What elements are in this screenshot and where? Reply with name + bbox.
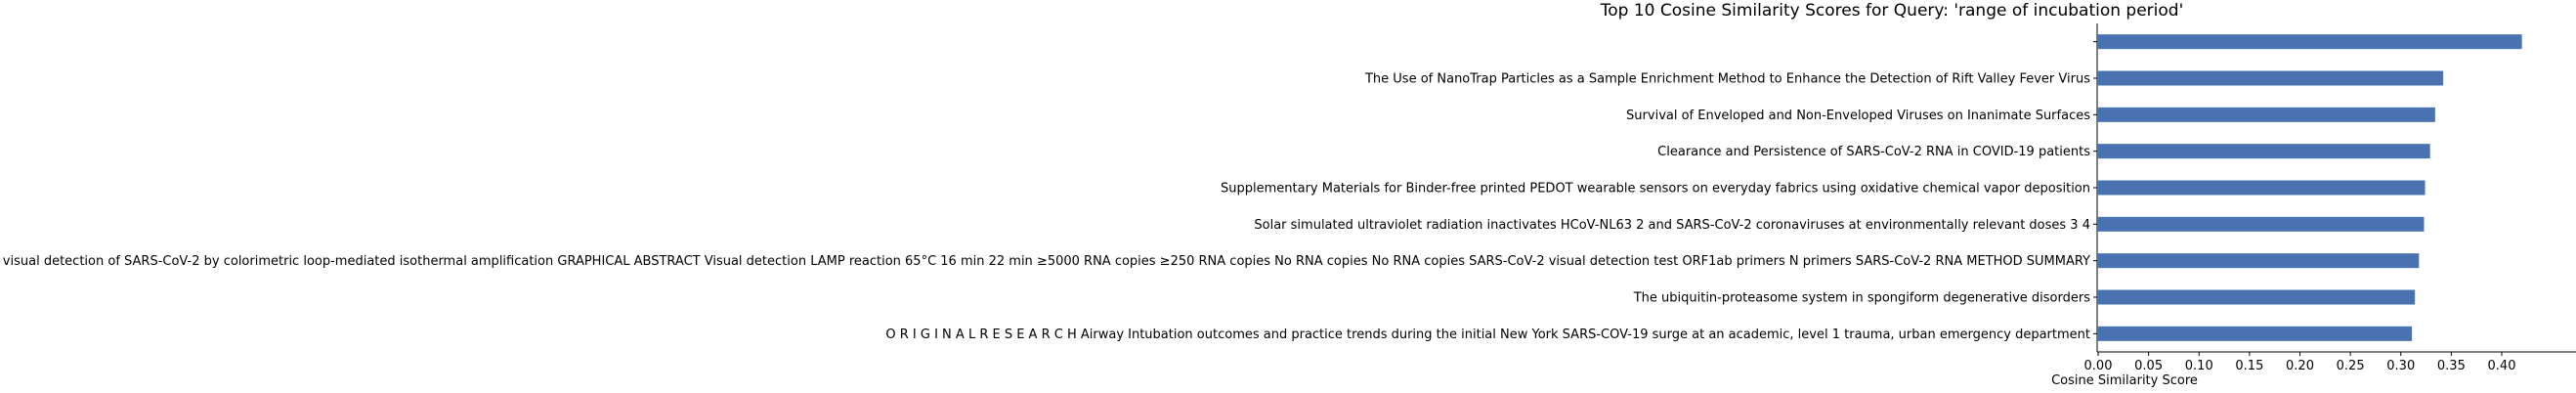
x-tick-label: 0.30 [2386,359,2415,373]
y-tick-label: The ubiquitin-proteasome system in spong… [1633,291,2091,306]
bar [2097,107,2435,122]
bar [2097,70,2444,86]
x-tick-label: 0.35 [2437,359,2466,373]
bar [2097,289,2416,305]
y-tick-label: Survival of Enveloped and Non-Enveloped … [1626,109,2090,123]
bar [2097,253,2420,269]
bar [2097,34,2522,50]
chart-title: Top 10 Cosine Similarity Scores for Quer… [1600,1,2184,21]
bar-chart: Top 10 Cosine Similarity Scores for Quer… [0,1,2576,388]
bar [2097,180,2426,196]
plot-area: The Use of NanoTrap Particles as a Sampl… [0,23,2576,373]
y-tick-label: O R I G I N A L R E S E A R C H Airway I… [885,328,2090,342]
x-tick-label: 0.10 [2185,359,2213,373]
bar [2097,326,2413,341]
y-tick-label: Solar simulated ultraviolet radiation in… [1254,218,2090,233]
bar [2097,144,2430,159]
x-tick-label: 0.25 [2337,359,2365,373]
x-axis-label: Cosine Similarity Score [2051,373,2198,388]
x-tick-label: 0.15 [2235,359,2263,373]
bar [2097,216,2425,232]
x-tick-label: 0.20 [2286,359,2314,373]
y-tick-label: Clearance and Persistence of SARS-CoV-2 … [1657,145,2090,159]
x-tick-label: 0.40 [2488,359,2516,373]
x-tick-label: 0.00 [2084,359,2113,373]
y-tick-label: The Use of NanoTrap Particles as a Sampl… [1364,72,2090,87]
x-tick-label: 0.05 [2134,359,2163,373]
y-tick-label: Supplementary Materials for Binder-free … [1221,182,2090,196]
y-tick-label: Reports Rapid visual detection of SARS-C… [0,254,2090,269]
